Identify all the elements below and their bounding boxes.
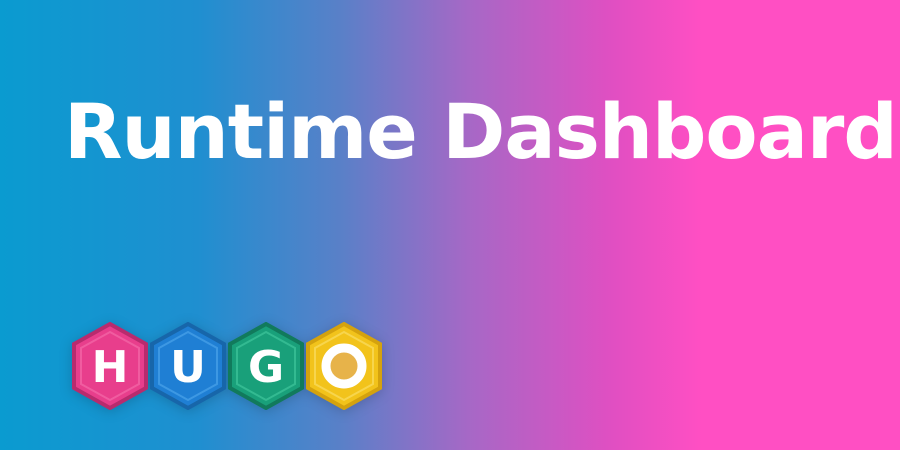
logo-letter-u-text: U xyxy=(170,342,206,393)
logo-letter-g-text: G xyxy=(248,342,284,393)
hugo-logo: H U G O xyxy=(70,322,390,410)
logo-letter-g: G xyxy=(228,322,304,410)
hugo-logo-svg: H U G O xyxy=(72,322,382,410)
page-title: Runtime Dashboard xyxy=(64,87,898,176)
hero-banner: Runtime Dashboard H U G xyxy=(0,0,900,450)
logo-letter-o-ring xyxy=(321,343,367,389)
logo-letter-h-text: H xyxy=(92,342,129,393)
logo-letter-u: U xyxy=(150,322,226,410)
logo-letter-h: H xyxy=(72,322,148,410)
logo-letter-o: O xyxy=(306,322,382,410)
